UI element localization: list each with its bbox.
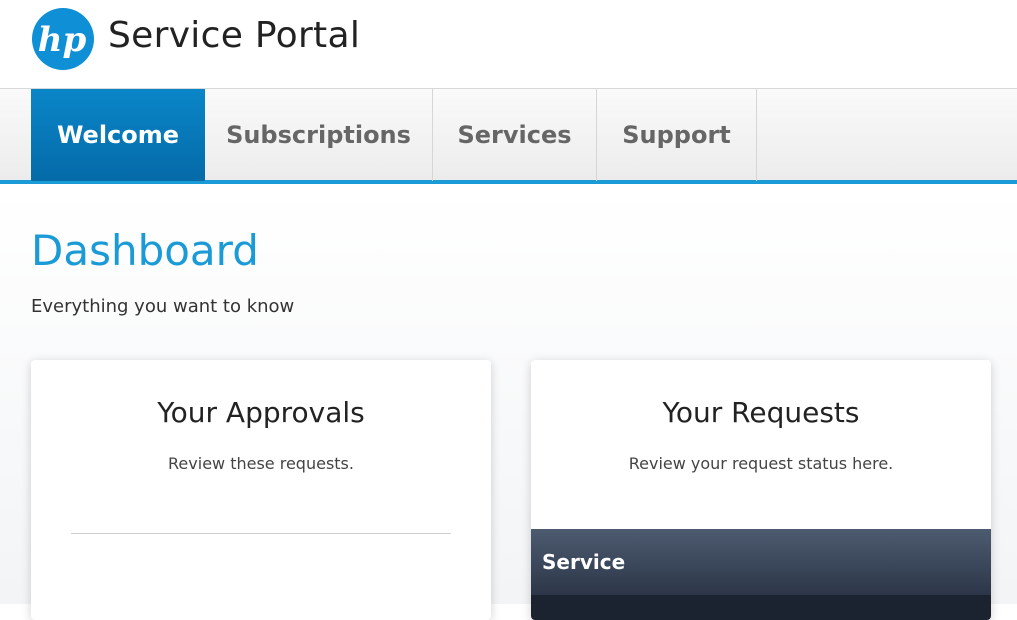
app-title: Service Portal [108, 15, 361, 56]
header: hp Service Portal [0, 0, 1017, 88]
table-row[interactable] [531, 595, 991, 620]
approvals-card-title: Your Approvals [157, 396, 365, 429]
tab-welcome[interactable]: Welcome [31, 89, 205, 181]
column-header-service[interactable]: Service [542, 550, 625, 574]
tab-subscriptions[interactable]: Subscriptions [205, 89, 433, 181]
requests-table-header: Service [531, 529, 991, 595]
card-divider [71, 533, 451, 534]
hp-logo[interactable]: hp [31, 8, 95, 70]
requests-card[interactable]: Your Requests Review your request status… [531, 360, 991, 620]
tab-services[interactable]: Services [433, 89, 597, 181]
page-subtitle: Everything you want to know [31, 296, 295, 317]
page-title: Dashboard [31, 226, 259, 275]
dashboard-content: Dashboard Everything you want to know Yo… [0, 188, 1017, 620]
main-nav: Welcome Subscriptions Services Support [0, 88, 1017, 184]
hp-logo-text: hp [38, 20, 87, 60]
requests-card-title: Your Requests [662, 396, 860, 429]
approvals-card-description: Review these requests. [168, 454, 354, 473]
requests-card-description: Review your request status here. [628, 454, 894, 473]
approvals-card[interactable]: Your Approvals Review these requests. [31, 360, 491, 620]
tab-support[interactable]: Support [597, 89, 757, 181]
